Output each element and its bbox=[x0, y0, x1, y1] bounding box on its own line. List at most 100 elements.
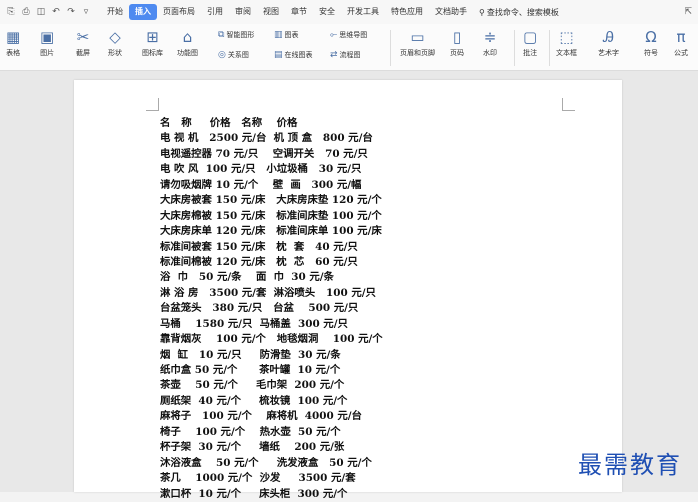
share-icon[interactable]: ⇱ bbox=[684, 7, 692, 17]
document-line: 电 吹 风 100 元/只 小垃圾桶 30 元/只 bbox=[160, 163, 362, 176]
formula-icon: π bbox=[676, 28, 686, 46]
document-line: 茶几 1000 元/个 沙发 3500 元/套 bbox=[160, 472, 356, 485]
comment-button[interactable]: ▢ 批注 bbox=[523, 29, 537, 58]
header-footer-button[interactable]: ▭ 页眉和页脚 bbox=[400, 29, 435, 58]
table-icon: ▦ bbox=[6, 28, 21, 46]
online-chart-icon: ▤ bbox=[274, 50, 283, 60]
header-footer-icon: ▭ bbox=[410, 28, 425, 46]
document-line: 马桶 1580 元/只 马桶盖 300 元/只 bbox=[160, 317, 348, 330]
header-footer-label: 页眉和页脚 bbox=[400, 49, 435, 57]
menu-item-1[interactable]: 插入 bbox=[129, 4, 157, 20]
textbox-label: 文本框 bbox=[556, 49, 577, 57]
document-line: 大床房棉被 150 元/床 标准间床垫 100 元/个 bbox=[160, 209, 382, 222]
page-margin-corner bbox=[562, 98, 575, 111]
document-line: 厕纸架 40 元/个 梳妆镜 100 元/个 bbox=[160, 394, 348, 407]
command-search[interactable]: ⚲ 查找命令、搜索模板 bbox=[479, 7, 559, 18]
save-icon[interactable]: ⎘ bbox=[6, 7, 16, 17]
document-line: 标准间被套 150 元/床 枕 套 40 元/只 bbox=[160, 240, 358, 253]
function-chart-button-label: 功能图 bbox=[177, 49, 198, 57]
icon-library-button[interactable]: ⊞ 图标库 bbox=[142, 29, 163, 58]
online-chart-button[interactable]: ▤ 在线图表 bbox=[274, 50, 313, 60]
smart-graphic-button[interactable]: ⧉ 智能图形 bbox=[218, 30, 254, 40]
document-line: 麻将子 100 元/个 麻将机 4000 元/台 bbox=[160, 410, 362, 423]
watermark-button[interactable]: ≑ 水印 bbox=[483, 29, 497, 58]
menu-item-0[interactable]: 开始 bbox=[101, 4, 129, 20]
wordart-label: 艺术字 bbox=[598, 49, 619, 57]
menu-bar: ⎘ ⎙ ◫ ↶ ↷ ▿ 开始 插入 页面布局 引用 审阅 视图 章节 安全 开发工具 特色应用 文档… bbox=[0, 0, 698, 24]
screenshot-icon: ✂ bbox=[76, 28, 90, 46]
watermark-label: 水印 bbox=[483, 49, 497, 57]
comment-label: 批注 bbox=[523, 49, 538, 57]
picture-icon: ▣ bbox=[40, 28, 55, 46]
ribbon-separator bbox=[514, 30, 515, 66]
brand-watermark: 最需教育 bbox=[578, 451, 682, 479]
icon-library-icon: ⊞ bbox=[146, 28, 159, 46]
wordart-icon: Ꭿ bbox=[603, 28, 614, 46]
ribbon-separator bbox=[390, 30, 391, 66]
shape-button[interactable]: ◇ 形状 bbox=[108, 29, 122, 58]
ribbon-separator bbox=[549, 30, 550, 66]
menu-item-7[interactable]: 安全 bbox=[313, 4, 341, 20]
document-line: 靠背烟灰 100 元/个 地毯烟洞 100 元/个 bbox=[160, 333, 383, 346]
document-line: 标准间棉被 120 元/床 枕 芯 60 元/只 bbox=[160, 255, 358, 268]
document-line: 电 视 机 2500 元/台 机 顶 盒 800 元/台 bbox=[160, 132, 373, 145]
document-workspace[interactable]: 名 称 价格 名称 价格电 视 机 2500 元/台 机 顶 盒 800 元/台… bbox=[0, 71, 698, 500]
icon-library-button-label: 图标库 bbox=[142, 49, 163, 57]
screenshot-button[interactable]: ✂ 截屏 bbox=[76, 29, 90, 58]
flowchart-icon: ⇄ bbox=[330, 50, 338, 60]
menu-item-5[interactable]: 视图 bbox=[257, 4, 285, 20]
document-body[interactable]: 名 称 价格 名称 价格电 视 机 2500 元/台 机 顶 盒 800 元/台… bbox=[160, 116, 383, 502]
more-icon[interactable]: ▿ bbox=[81, 7, 91, 17]
mindmap-button[interactable]: ⟜ 思维导图 bbox=[330, 30, 367, 40]
relation-label: 关系图 bbox=[227, 51, 249, 59]
page-margin-corner bbox=[146, 98, 159, 111]
smart-graphic-label: 智能图形 bbox=[226, 31, 255, 39]
online-chart-label: 在线图表 bbox=[284, 51, 313, 59]
document-line: 台盆笼头 380 元/只 台盆 500 元/只 bbox=[160, 302, 359, 315]
menu-item-6[interactable]: 章节 bbox=[285, 4, 313, 20]
table-button-label: 表格 bbox=[6, 49, 21, 57]
screenshot-button-label: 截屏 bbox=[76, 49, 90, 57]
chart-button[interactable]: ▥ 图表 bbox=[274, 30, 299, 40]
command-search-label: 查找命令、搜索模板 bbox=[486, 7, 559, 17]
document-line: 沐浴液盒 50 元/个 洗发液盒 50 元/个 bbox=[160, 456, 372, 469]
chart-label: 图表 bbox=[284, 31, 299, 39]
document-line: 大床房被套 150 元/床 大床房床垫 120 元/个 bbox=[160, 194, 382, 207]
print-icon[interactable]: ⎙ bbox=[21, 7, 31, 17]
undo-icon[interactable]: ↶ bbox=[51, 7, 61, 17]
menu-item-3[interactable]: 引用 bbox=[201, 4, 229, 20]
menu-item-2[interactable]: 页面布局 bbox=[157, 4, 201, 20]
page-number-icon: ▯ bbox=[452, 28, 462, 46]
document-line: 杯子架 30 元/个 墙纸 200 元/张 bbox=[160, 441, 345, 454]
menu-item-4[interactable]: 审阅 bbox=[229, 4, 257, 20]
flowchart-label: 流程图 bbox=[339, 51, 361, 59]
quick-access-toolbar: ⎘ ⎙ ◫ ↶ ↷ ▿ bbox=[0, 7, 91, 17]
function-chart-button[interactable]: ⌂ 功能图 bbox=[177, 29, 198, 58]
picture-button[interactable]: ▣ 图片 bbox=[40, 29, 54, 58]
page-number-label: 页码 bbox=[450, 49, 464, 57]
table-button[interactable]: ▦ 表格 bbox=[6, 29, 20, 58]
page-number-button[interactable]: ▯ 页码 bbox=[450, 29, 464, 58]
flowchart-button[interactable]: ⇄ 流程图 bbox=[330, 50, 361, 60]
document-line: 大床房床单 120 元/床 标准间床单 100 元/床 bbox=[160, 225, 382, 238]
document-line: 烟 缸 10 元/只 防滑垫 30 元/条 bbox=[160, 348, 341, 361]
redo-icon[interactable]: ↷ bbox=[66, 7, 76, 17]
symbol-label: 符号 bbox=[644, 49, 658, 57]
document-line: 浴 巾 50 元/条 面 巾 30 元/条 bbox=[160, 271, 334, 284]
wordart-button[interactable]: Ꭿ 艺术字 bbox=[598, 29, 619, 58]
relation-button[interactable]: ◎ 关系图 bbox=[218, 50, 249, 60]
document-page[interactable]: 名 称 价格 名称 价格电 视 机 2500 元/台 机 顶 盒 800 元/台… bbox=[74, 80, 622, 500]
symbol-button[interactable]: Ω 符号 bbox=[644, 29, 658, 58]
shape-button-label: 形状 bbox=[108, 49, 122, 57]
print-preview-icon[interactable]: ◫ bbox=[36, 7, 46, 17]
document-line: 漱口杯 10 元/个 床头柜 300 元/个 bbox=[160, 487, 348, 500]
formula-button[interactable]: π 公式 bbox=[674, 29, 688, 58]
menu-item-8[interactable]: 开发工具 bbox=[341, 4, 385, 20]
search-icon: ⚲ bbox=[479, 7, 485, 17]
menu-item-10[interactable]: 文档助手 bbox=[429, 4, 473, 20]
textbox-button[interactable]: ⬚ 文本框 bbox=[556, 29, 577, 58]
smart-graphic-icon: ⧉ bbox=[218, 30, 225, 40]
menu-item-9[interactable]: 特色应用 bbox=[385, 4, 429, 20]
mindmap-icon: ⟜ bbox=[330, 30, 338, 40]
document-line: 椅子 100 元/个 热水壶 50 元/个 bbox=[160, 425, 341, 438]
